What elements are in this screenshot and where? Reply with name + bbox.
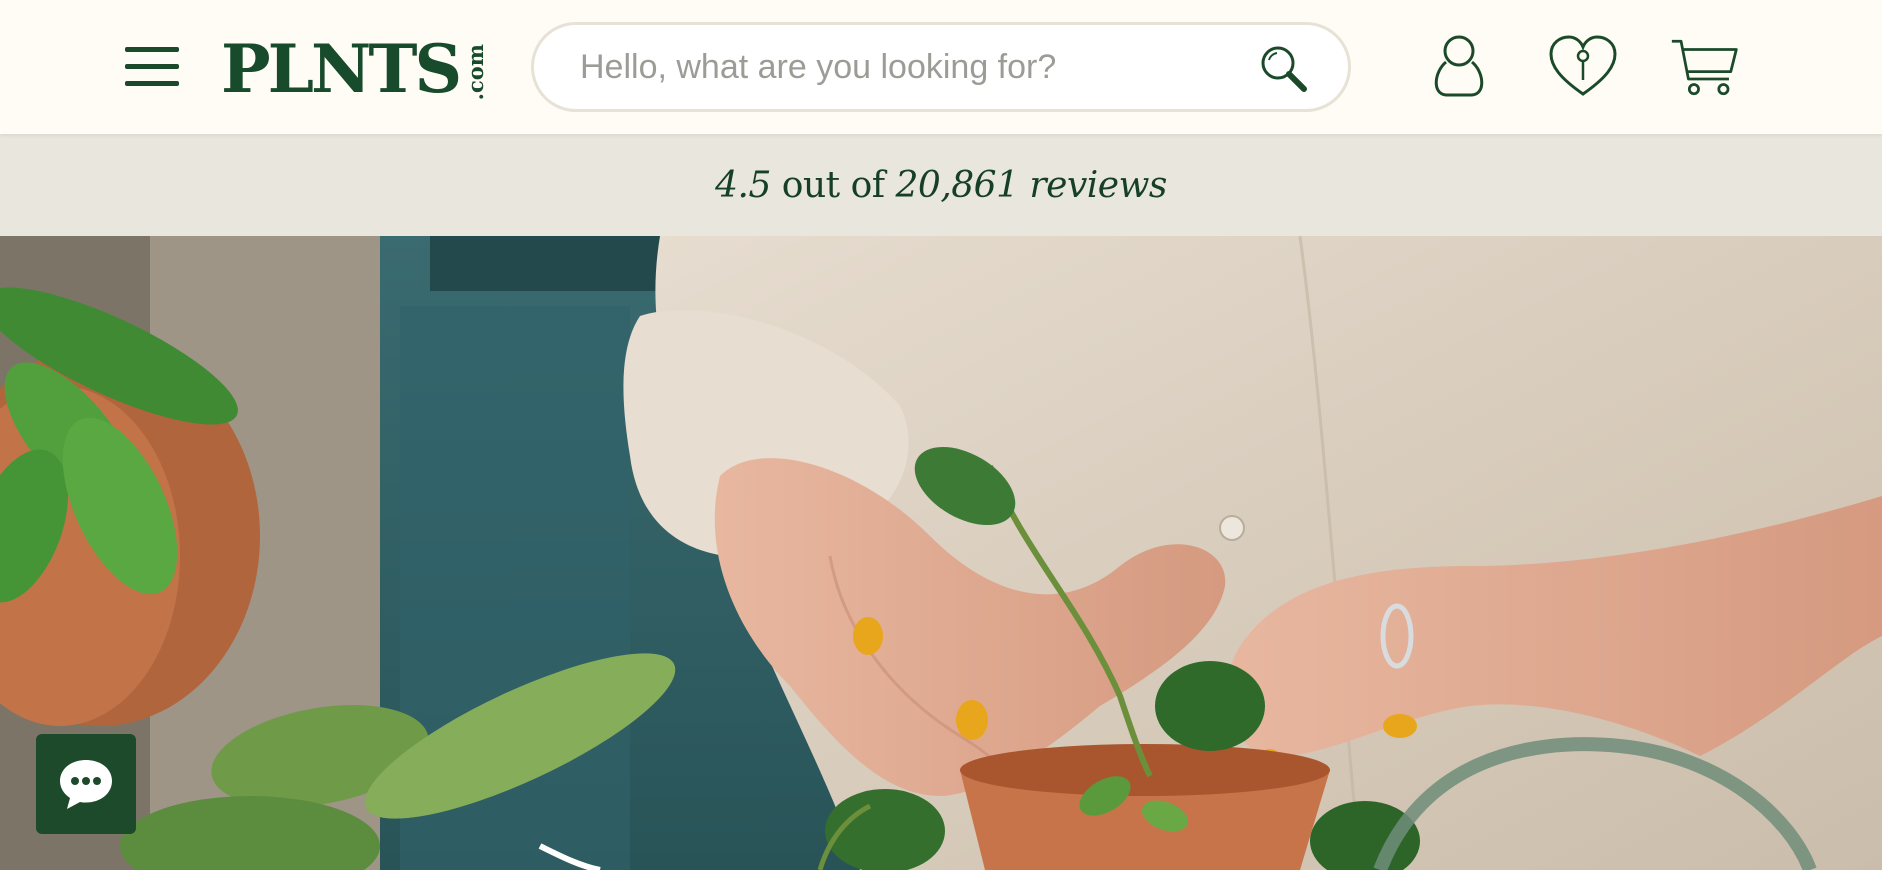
site-header: PLNTS .com — [0, 0, 1882, 134]
logo[interactable]: PLNTS .com — [221, 30, 489, 108]
menu-icon[interactable] — [125, 44, 179, 88]
reviews-banner[interactable]: 4.5 out of 20,861 reviews — [0, 134, 1882, 236]
hero-image — [0, 236, 1882, 870]
user-icon[interactable] — [1424, 34, 1494, 100]
logo-wordmark: PLNTS — [221, 30, 462, 108]
search-bar — [531, 22, 1351, 112]
search-input[interactable] — [578, 45, 1238, 89]
reviews-middle-text: out of — [770, 164, 896, 206]
chat-button[interactable] — [36, 734, 136, 834]
review-count: 20,861 reviews — [895, 164, 1168, 206]
rating-value: 4.5 — [715, 164, 771, 206]
search-icon[interactable] — [1256, 41, 1312, 97]
heart-icon[interactable] — [1548, 34, 1618, 100]
logo-suffix: .com — [463, 43, 489, 100]
chat-bubble-icon — [60, 760, 112, 809]
reviews-text: 4.5 out of 20,861 reviews — [715, 165, 1167, 206]
cart-icon[interactable] — [1670, 34, 1740, 100]
